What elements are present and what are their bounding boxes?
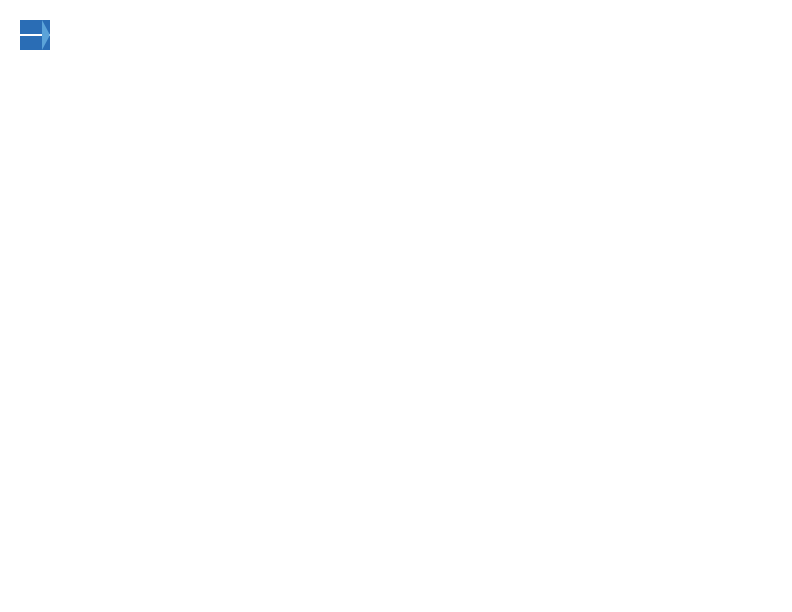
logo-icon xyxy=(20,20,50,50)
logo xyxy=(20,20,54,50)
page-header xyxy=(20,20,772,50)
